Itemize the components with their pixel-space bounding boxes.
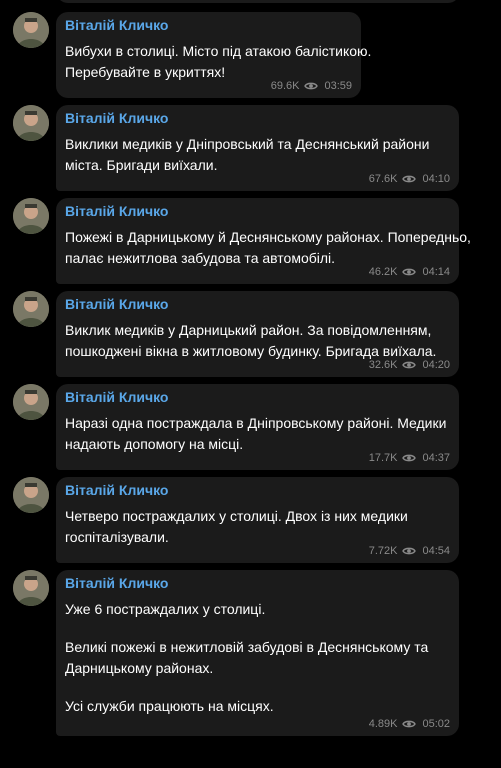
message-meta: 46.2K 04:14 [369, 265, 450, 279]
sender-avatar[interactable] [13, 291, 49, 327]
eye-icon [402, 547, 417, 555]
message-bubble[interactable]: Віталій Кличко Уже 6 постраждалих у стол… [56, 570, 459, 736]
message-meta: 69.6K 03:59 [271, 79, 352, 93]
sender-avatar[interactable] [13, 105, 49, 141]
message-text-line: Уже 6 постраждалих у столиці. [65, 601, 266, 617]
message-text-line: Великі пожежі в нежитловій забудові в Де… [65, 639, 429, 655]
sender-avatar[interactable] [13, 570, 49, 606]
message-meta: 7.72K 04:54 [369, 544, 450, 558]
message-text[interactable]: Виклик медиків у Дарницький район. За по… [65, 320, 449, 362]
sender-name[interactable]: Віталій Кличко [65, 202, 449, 221]
message-paragraph[interactable]: Великі пожежі в нежитловій забудові в Де… [65, 637, 449, 679]
message-text-line: Четверо постраждалих у столиці. Двох із … [65, 508, 408, 524]
message-bubble[interactable]: Віталій Кличко Наразі одна постраждала в… [56, 384, 459, 470]
message-time: 04:20 [422, 359, 450, 371]
eye-icon [402, 175, 417, 183]
message-paragraph[interactable]: Усі служби працюють на місцях. [65, 696, 449, 717]
message-meta: 17.7K 04:37 [369, 451, 450, 465]
message-text[interactable]: Наразі одна постраждала в Дніпровському … [65, 413, 449, 455]
message-text[interactable]: Виклики медиків у Дніпровський та Деснян… [65, 134, 449, 176]
message-bubble[interactable]: Віталій Кличко Виклики медиків у Дніпров… [56, 105, 459, 191]
message-bubble[interactable]: Віталій Кличко Пожежі в Дарницькому й Де… [56, 198, 471, 284]
message-text-line: Виклик медиків у Дарницький район. За по… [65, 322, 432, 338]
message-text[interactable]: Вибухи в столиці. Місто під атакою баліс… [65, 41, 372, 83]
message-time: 04:10 [422, 173, 450, 185]
message-meta: 4.89K 05:02 [369, 717, 450, 731]
message-time: 04:14 [422, 266, 450, 278]
view-count: 17.7K [368, 452, 398, 464]
sender-avatar[interactable] [13, 384, 49, 420]
message-time: 05:02 [422, 718, 450, 730]
message-feed[interactable]: Віталій Кличко Вибухи в столиці. Місто п… [0, 0, 501, 768]
message-meta: 67.6K 04:10 [369, 172, 450, 186]
message-text-line: Пожежі в Дарницькому й Деснянському райо… [65, 229, 471, 245]
eye-icon [402, 361, 417, 369]
message-time: 04:37 [422, 452, 450, 464]
message-text-line: Виклики медиків у Дніпровський та Деснян… [65, 136, 430, 152]
message-bubble[interactable]: Віталій Кличко Виклик медиків у Дарницьк… [56, 291, 459, 377]
message-text[interactable]: Четверо постраждалих у столиці. Двох із … [65, 506, 449, 548]
eye-icon [402, 268, 417, 276]
sender-name[interactable]: Віталій Кличко [65, 295, 449, 314]
sender-name[interactable]: Віталій Кличко [65, 481, 449, 500]
previous-message-bubble[interactable] [56, 0, 460, 3]
sender-avatar[interactable] [13, 477, 49, 513]
message-text-line: Дарницькому районах. [65, 660, 214, 676]
view-count: 46.2K [368, 266, 398, 278]
message-time: 03:59 [324, 80, 352, 92]
message-text-line: Наразі одна постраждала в Дніпровському … [65, 415, 447, 431]
message-text-line: Вибухи в столиці. Місто під атакою баліс… [65, 43, 372, 59]
sender-name[interactable]: Віталій Кличко [65, 574, 449, 593]
view-count: 7.72K [368, 545, 398, 557]
sender-name[interactable]: Віталій Кличко [65, 109, 449, 128]
sender-avatar[interactable] [13, 198, 49, 234]
message-meta: 32.6K 04:20 [369, 358, 450, 372]
message-text[interactable]: Пожежі в Дарницькому й Деснянському райо… [65, 227, 471, 269]
view-count: 4.89K [368, 718, 398, 730]
message-bubble[interactable]: Віталій Кличко Вибухи в столиці. Місто п… [56, 12, 372, 98]
sender-name[interactable]: Віталій Кличко [65, 16, 351, 35]
view-count: 32.6K [368, 359, 398, 371]
message-text-line: Усі служби працюють на місцях. [65, 698, 274, 714]
eye-icon [402, 454, 417, 462]
message-bubble[interactable]: Віталій Кличко Четверо постраждалих у ст… [56, 477, 459, 563]
eye-icon [304, 82, 319, 90]
sender-name[interactable]: Віталій Кличко [65, 388, 449, 407]
message-paragraph[interactable]: Уже 6 постраждалих у столиці. [65, 599, 449, 620]
eye-icon [402, 720, 417, 728]
view-count: 67.6K [368, 173, 398, 185]
message-time: 04:54 [422, 545, 450, 557]
view-count: 69.6K [270, 80, 300, 92]
sender-avatar[interactable] [13, 12, 49, 48]
